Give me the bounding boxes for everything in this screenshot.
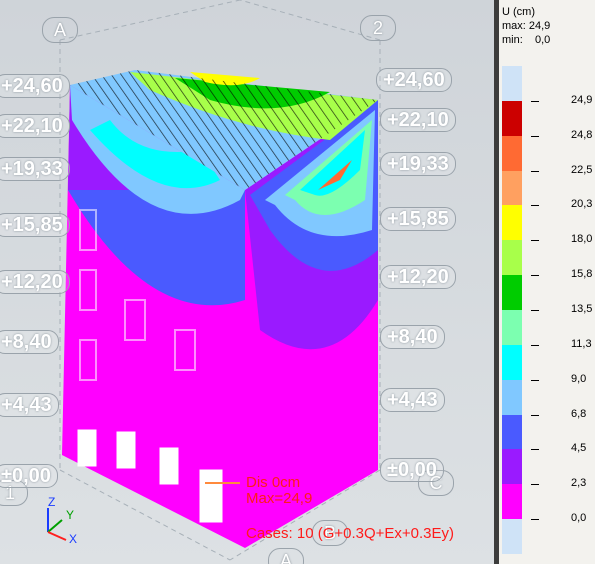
legend-tick-label: 22,5	[571, 163, 593, 176]
color-band	[502, 484, 522, 520]
legend-tick	[531, 100, 539, 102]
grid-axis-2-top: 2	[360, 15, 396, 41]
color-band	[502, 135, 522, 171]
color-band	[502, 275, 522, 310]
legend-tick-label: 15,8	[571, 268, 593, 281]
legend-tick-label: 20,3	[571, 198, 593, 211]
color-band	[502, 170, 522, 206]
level-left-22-10: +22,10	[0, 114, 70, 138]
level-left-12-20: +12,20	[0, 270, 70, 294]
color-band	[502, 414, 522, 450]
legend-tick-label: 11,3	[571, 337, 592, 350]
axis-z-label: Z	[48, 495, 56, 509]
legend-tick-label: 4,5	[571, 442, 587, 455]
legend-tick-label: 6,8	[571, 407, 587, 420]
level-right-8-40: +8,40	[380, 325, 445, 349]
3d-viewport[interactable]: A 2 A B C 1 +24,60 +22,10 +19,33 +15,85 …	[0, 0, 494, 564]
color-band	[502, 205, 522, 241]
level-right-15-85: +15,85	[380, 207, 456, 231]
load-case-text: Cases: 10 (G+0.3Q+Ex+0.3Ey)	[246, 525, 455, 542]
level-left-4-43: +4,43	[0, 393, 59, 417]
legend-tick	[531, 170, 539, 172]
legend-tick-label: 18,0	[571, 233, 593, 246]
legend-title: U (cm)	[502, 6, 535, 18]
color-band	[502, 449, 522, 485]
legend-tick	[531, 275, 539, 277]
color-legend-panel: U (cm) max: 24,9 min: 0,0 24,9 24,8 22,5 20…	[499, 0, 595, 564]
color-band	[502, 379, 522, 415]
legend-tick	[531, 379, 539, 381]
color-band	[502, 100, 522, 136]
displacement-scale-text: Dis 0cm	[246, 474, 301, 491]
legend-tick-label: 24,8	[571, 128, 593, 141]
legend-tick	[531, 205, 539, 207]
level-right-19-33: +19,33	[380, 152, 456, 176]
level-right-22-10: +22,10	[380, 108, 456, 132]
legend-tick	[531, 344, 539, 346]
legend-tick	[531, 414, 539, 416]
level-right-0-00: ±0,00	[380, 458, 444, 482]
legend-tick-label: 2,3	[571, 477, 587, 490]
level-right-12-20: +12,20	[380, 265, 456, 289]
legend-tick-label: 0,0	[571, 512, 587, 525]
level-left-24-60: +24,60	[0, 74, 70, 98]
color-band	[502, 66, 522, 101]
level-left-19-33: +19,33	[0, 157, 70, 181]
level-right-4-43: +4,43	[380, 388, 445, 412]
color-band	[502, 310, 522, 345]
legend-tick	[531, 484, 539, 486]
axis-y-label: Y	[66, 508, 75, 522]
legend-tick	[531, 449, 539, 451]
legend-tick-label: 9,0	[571, 372, 587, 385]
legend-tick	[531, 240, 539, 242]
legend-tick	[531, 310, 539, 311]
level-right-24-60: +24,60	[376, 68, 452, 92]
color-band	[502, 519, 522, 554]
legend-tick-label: 24,9	[571, 93, 593, 106]
grid-axis-a-bottom: A	[268, 548, 304, 564]
legend-tick	[531, 519, 539, 521]
legend-max: max: 24,9	[502, 20, 551, 32]
max-value-text: Max=24,9	[246, 490, 313, 507]
color-scale-bar	[502, 66, 522, 554]
legend-tick	[531, 135, 539, 137]
legend-tick-label: 13,5	[571, 303, 593, 315]
grid-axis-a-top: A	[42, 17, 78, 43]
legend-min: min: 0,0	[502, 34, 551, 46]
color-band	[502, 344, 522, 380]
color-band	[502, 240, 522, 276]
level-left-8-40: +8,40	[0, 330, 59, 354]
level-left-0-00: ±0,00	[0, 464, 58, 488]
axis-x-label: X	[69, 532, 78, 546]
level-left-15-85: +15,85	[0, 213, 70, 237]
